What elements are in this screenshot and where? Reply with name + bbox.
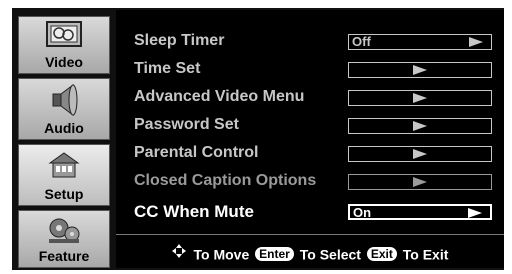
menu-row-label: Parental Control xyxy=(134,144,259,161)
category-feature[interactable]: Feature xyxy=(18,210,110,268)
category-label: Video xyxy=(45,54,83,70)
category-setup[interactable]: Setup xyxy=(18,144,110,206)
value-box[interactable] xyxy=(348,174,492,190)
menu-row-parental-control[interactable]: Parental Control xyxy=(116,140,504,168)
menu-row-advanced-video-menu[interactable]: Advanced Video Menu xyxy=(116,84,504,112)
menu-row-label: Closed Caption Options xyxy=(134,172,317,189)
value-box[interactable]: Off xyxy=(348,34,492,50)
menu-row-password-set[interactable]: Password Set xyxy=(116,112,504,140)
menu-row-sleep-timer[interactable]: Sleep Timer Off xyxy=(116,28,504,56)
feature-icon xyxy=(49,218,80,243)
menu-row-value: Off xyxy=(352,34,371,49)
menu-row-label: CC When Mute xyxy=(134,202,254,221)
osd-menu: Video Audio Setup Feature Sleep Timer Of… xyxy=(12,8,504,270)
category-sidebar: Video Audio Setup Feature xyxy=(12,8,116,270)
value-box[interactable] xyxy=(348,90,492,106)
category-audio[interactable]: Audio xyxy=(18,78,110,140)
divider xyxy=(116,234,504,235)
value-box[interactable] xyxy=(348,62,492,78)
menu-row-label: Password Set xyxy=(134,116,239,133)
menu-row-time-set[interactable]: Time Set xyxy=(116,56,504,84)
arrow-right-icon xyxy=(413,121,427,131)
category-label: Setup xyxy=(44,186,84,202)
menu-row-label: Time Set xyxy=(134,60,201,77)
arrow-right-icon xyxy=(413,65,427,75)
hint-move: To Move xyxy=(193,246,250,263)
category-video[interactable]: Video xyxy=(18,16,110,74)
category-label: Audio xyxy=(44,120,84,136)
menu-row-value: On xyxy=(353,205,372,220)
speaker-icon xyxy=(52,84,78,116)
setup-icon xyxy=(48,152,80,178)
video-icon xyxy=(46,21,82,47)
navigation-hint: To Move Enter To Select Exit To Exit xyxy=(116,244,504,264)
category-label: Feature xyxy=(38,248,90,264)
menu-row-closed-caption-options[interactable]: Closed Caption Options xyxy=(116,168,504,196)
enter-key-badge: Enter xyxy=(255,247,294,262)
value-box[interactable] xyxy=(348,118,492,134)
exit-key-badge: Exit xyxy=(366,247,397,262)
hint-exit: To Exit xyxy=(402,246,449,263)
move-arrows-icon xyxy=(171,244,186,258)
menu-row-label: Advanced Video Menu xyxy=(134,88,305,105)
arrow-right-icon xyxy=(413,177,427,187)
hint-select: To Select xyxy=(299,246,361,263)
value-box[interactable]: On xyxy=(348,204,492,220)
menu-row-label: Sleep Timer xyxy=(134,32,225,49)
arrow-right-icon xyxy=(468,208,482,218)
menu-panel: Sleep Timer Off Time Set Advanced Video … xyxy=(116,10,504,268)
arrow-right-icon xyxy=(413,93,427,103)
menu-row-cc-when-mute[interactable]: CC When Mute On xyxy=(116,198,504,226)
value-box[interactable] xyxy=(348,146,492,162)
arrow-right-icon xyxy=(413,149,427,159)
arrow-right-icon xyxy=(469,37,483,47)
